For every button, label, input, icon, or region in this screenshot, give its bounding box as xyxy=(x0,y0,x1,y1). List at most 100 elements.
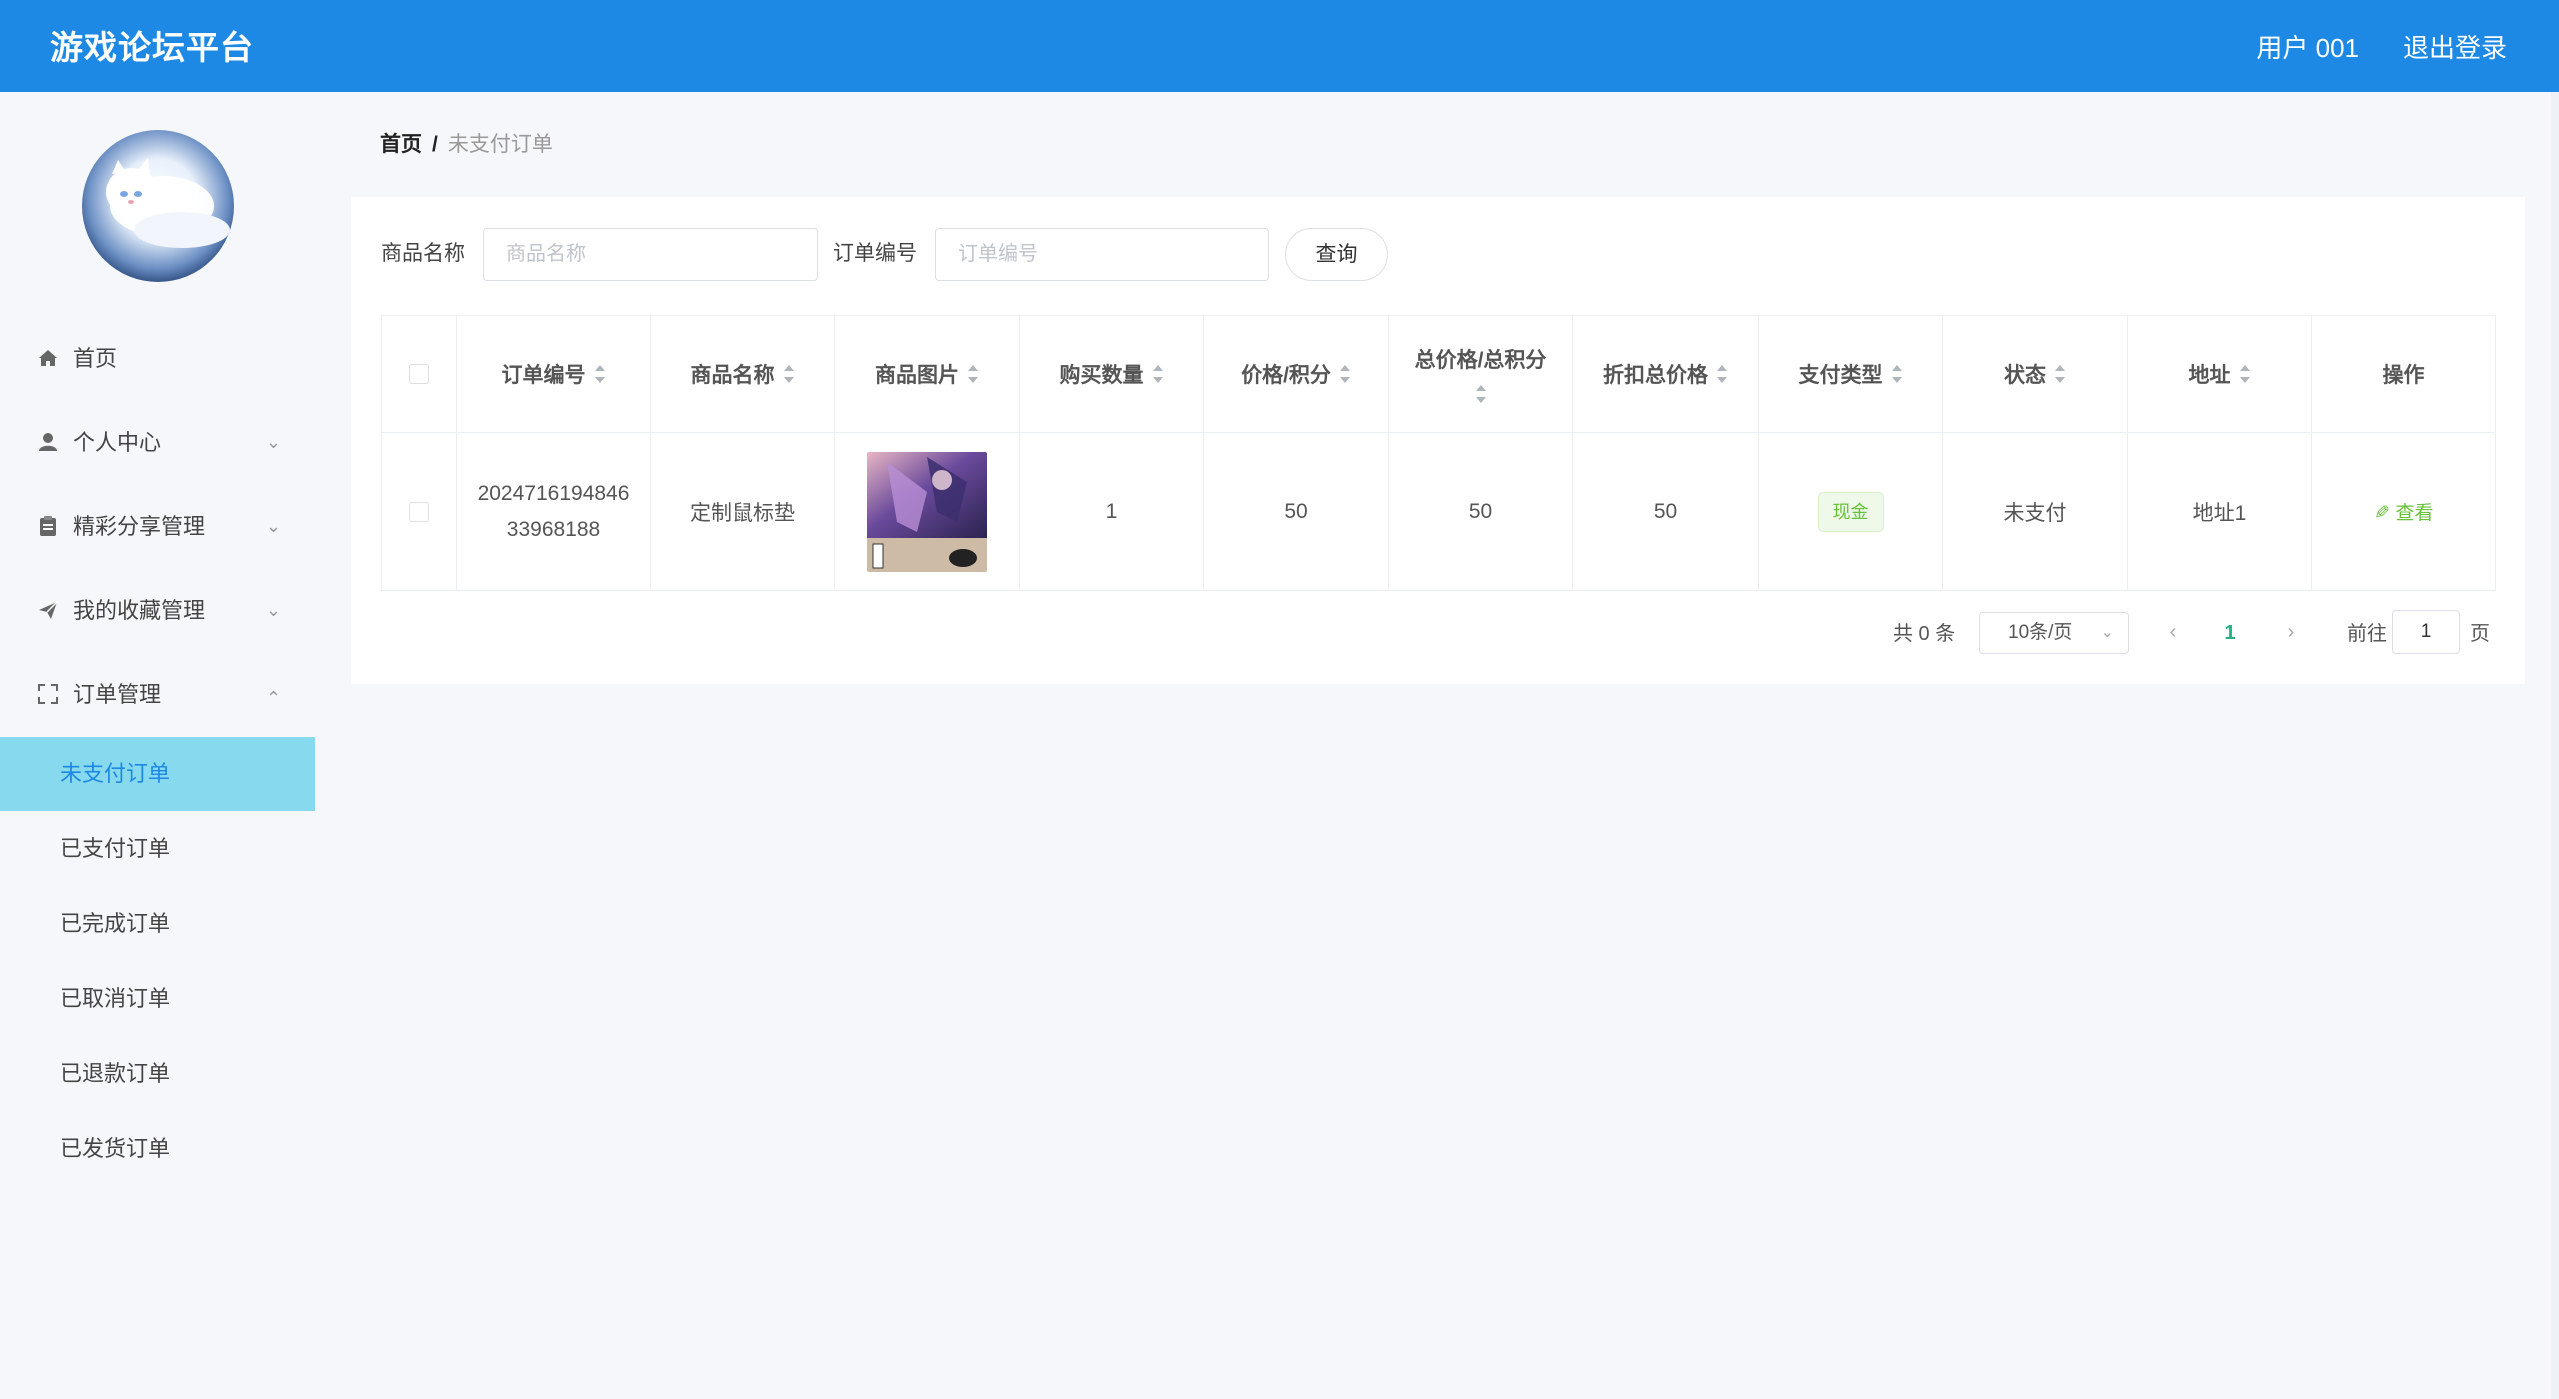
sidebar-item-share-management[interactable]: 精彩分享管理 ⌄ xyxy=(0,497,315,557)
goto-label: 前往 xyxy=(2347,623,2387,645)
submenu-item-label: 已发货订单 xyxy=(60,1136,171,1161)
column-header-order-no[interactable]: 订单编号 xyxy=(457,316,651,432)
column-header-actions: 操作 xyxy=(2312,316,2496,432)
sidebar: 首页 个人中心 ⌄ 精彩分享管理 ⌄ 我的收藏管理 ⌄ 订单管理 ⌃ 未支付订单… xyxy=(0,92,315,1399)
row-select-cell xyxy=(382,433,457,590)
select-all-checkbox[interactable] xyxy=(409,364,429,384)
column-header-label: 操作 xyxy=(2382,364,2425,387)
avatar xyxy=(82,130,234,282)
sidebar-item-order-management[interactable]: 订单管理 ⌃ xyxy=(0,665,315,725)
pagination-total: 共 0 条 xyxy=(1893,623,1956,645)
cell-status: 未支付 xyxy=(1943,433,2128,590)
column-header-label: 商品图片 xyxy=(875,364,959,387)
column-header-label: 价格/积分 xyxy=(1241,364,1331,387)
next-page-button[interactable]: › xyxy=(2276,612,2306,654)
send-icon xyxy=(36,599,60,623)
avatar-cat-image xyxy=(106,158,230,248)
cell-price: 50 xyxy=(1204,433,1389,590)
scrollbar-track[interactable] xyxy=(2551,92,2559,1399)
submenu-item-paid-orders[interactable]: 已支付订单 xyxy=(0,812,315,886)
cell-product-image xyxy=(835,433,1020,590)
column-header-label: 总价格/总积分 xyxy=(1414,349,1547,372)
submenu-item-label: 已完成订单 xyxy=(60,911,171,936)
pay-type-tag: 现金 xyxy=(1817,491,1884,532)
sort-icon[interactable] xyxy=(783,364,795,384)
home-icon xyxy=(36,347,60,371)
orders-table: 订单编号 商品名称 商品图片 购买数量 价格/积分 总价格/总积分 折扣总价格 … xyxy=(381,315,2496,591)
column-header-label: 支付类型 xyxy=(1798,364,1883,387)
sort-icon[interactable] xyxy=(1475,384,1487,404)
user-icon xyxy=(36,431,60,455)
submenu-item-label: 已取消订单 xyxy=(60,986,171,1011)
order-no-line1: 2024716194846 xyxy=(477,481,630,505)
breadcrumb-separator: / xyxy=(432,133,438,156)
sidebar-item-home[interactable]: 首页 xyxy=(0,329,315,389)
cell-pay-type: 现金 xyxy=(1759,433,1943,590)
sort-icon[interactable] xyxy=(1152,364,1164,384)
prev-page-button[interactable]: ‹ xyxy=(2158,612,2188,654)
chevron-up-icon: ⌃ xyxy=(266,688,282,708)
query-button[interactable]: 查询 xyxy=(1285,228,1388,281)
sort-icon[interactable] xyxy=(2054,364,2066,384)
page-suffix-label: 页 xyxy=(2470,623,2490,645)
header-select-all xyxy=(382,316,457,432)
submenu-item-cancelled-orders[interactable]: 已取消订单 xyxy=(0,962,315,1036)
logout-button[interactable]: 退出登录 xyxy=(2403,0,2507,96)
sort-icon[interactable] xyxy=(1716,364,1728,384)
sort-icon[interactable] xyxy=(1339,364,1351,384)
chevron-down-icon: ⌄ xyxy=(2100,624,2114,641)
submenu-item-label: 已退款订单 xyxy=(60,1061,171,1086)
product-image[interactable] xyxy=(867,451,987,572)
cell-product-name: 定制鼠标垫 xyxy=(651,433,835,590)
sidebar-item-label: 首页 xyxy=(73,346,118,371)
sidebar-item-label: 订单管理 xyxy=(73,682,162,707)
sidebar-item-personal-center[interactable]: 个人中心 ⌄ xyxy=(0,413,315,473)
column-header-label: 状态 xyxy=(2004,364,2046,387)
column-header-status[interactable]: 状态 xyxy=(1943,316,2128,432)
table-header-row: 订单编号 商品名称 商品图片 购买数量 价格/积分 总价格/总积分 折扣总价格 … xyxy=(382,316,2496,433)
cell-discount-total: 50 xyxy=(1573,433,1759,590)
column-header-price[interactable]: 价格/积分 xyxy=(1204,316,1389,432)
edit-icon: ✎ xyxy=(2373,503,2390,524)
column-header-pay-type[interactable]: 支付类型 xyxy=(1759,316,1943,432)
breadcrumb-home[interactable]: 首页 xyxy=(380,133,422,156)
cell-address: 地址1 xyxy=(2128,433,2312,590)
product-name-input[interactable] xyxy=(483,228,818,281)
submenu-item-completed-orders[interactable]: 已完成订单 xyxy=(0,887,315,961)
top-header: 游戏论坛平台 用户 001 退出登录 xyxy=(0,0,2559,92)
order-no-input[interactable] xyxy=(935,228,1269,281)
sidebar-item-label: 个人中心 xyxy=(73,430,162,455)
product-name-label: 商品名称 xyxy=(381,242,465,265)
row-checkbox[interactable] xyxy=(409,501,429,522)
chevron-down-icon: ⌄ xyxy=(266,600,282,620)
sort-icon[interactable] xyxy=(1891,364,1903,384)
page-size-select[interactable]: 10条/页 ⌄ xyxy=(1979,612,2129,654)
cell-actions: ✎ 查看 xyxy=(2312,433,2496,590)
column-header-label: 折扣总价格 xyxy=(1603,364,1708,387)
page-size-value: 10条/页 xyxy=(2008,622,2073,643)
view-button-label: 查看 xyxy=(2395,503,2434,524)
submenu-item-refunded-orders[interactable]: 已退款订单 xyxy=(0,1037,315,1111)
sort-icon[interactable] xyxy=(967,364,979,384)
chevron-down-icon: ⌄ xyxy=(266,432,282,452)
column-header-product-name[interactable]: 商品名称 xyxy=(651,316,835,432)
page-number-1[interactable]: 1 xyxy=(2210,612,2250,654)
column-header-label: 订单编号 xyxy=(501,364,586,387)
cell-order-no: 2024716194846 33968188 xyxy=(457,433,651,590)
goto-page-input[interactable] xyxy=(2392,610,2460,654)
column-header-quantity[interactable]: 购买数量 xyxy=(1020,316,1204,432)
column-header-discount-total[interactable]: 折扣总价格 xyxy=(1573,316,1759,432)
order-no-line2: 33968188 xyxy=(506,517,601,541)
submenu-item-shipped-orders[interactable]: 已发货订单 xyxy=(0,1112,315,1186)
column-header-address[interactable]: 地址 xyxy=(2128,316,2312,432)
sidebar-item-favorites-management[interactable]: 我的收藏管理 ⌄ xyxy=(0,581,315,641)
column-header-label: 地址 xyxy=(2188,364,2231,387)
column-header-total-price[interactable]: 总价格/总积分 xyxy=(1389,316,1573,432)
sidebar-item-label: 精彩分享管理 xyxy=(73,514,206,539)
user-label[interactable]: 用户 001 xyxy=(2256,0,2359,96)
sort-icon[interactable] xyxy=(2239,364,2251,384)
column-header-product-image[interactable]: 商品图片 xyxy=(835,316,1020,432)
view-button[interactable]: ✎ 查看 xyxy=(2374,498,2434,525)
submenu-item-unpaid-orders[interactable]: 未支付订单 xyxy=(0,737,315,811)
sort-icon[interactable] xyxy=(594,364,606,384)
